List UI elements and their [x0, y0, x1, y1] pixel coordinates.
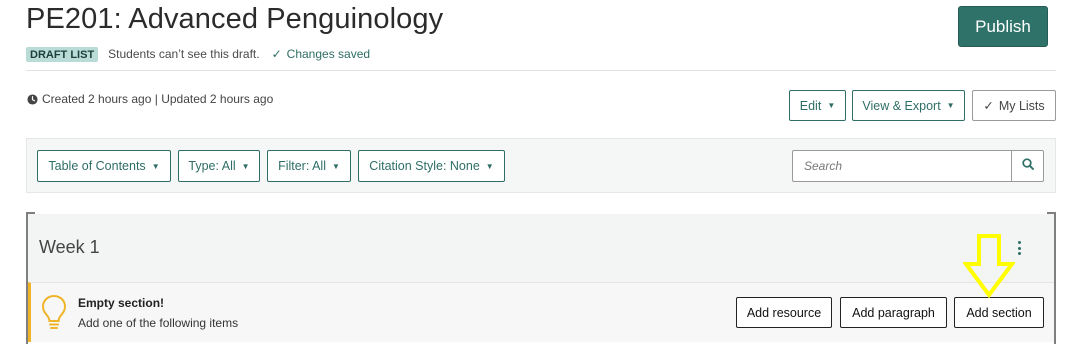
draft-badge: DRAFT LIST: [26, 46, 99, 62]
clock-icon: [27, 93, 38, 105]
view-export-label: View & Export: [862, 98, 941, 113]
my-lists-button[interactable]: ✓ My Lists: [972, 90, 1056, 121]
filter-label: Filter: All: [278, 159, 326, 173]
kebab-menu-icon[interactable]: [1014, 238, 1024, 258]
check-icon: ✓: [271, 47, 282, 61]
search-icon: [1021, 157, 1034, 175]
section-week-1: Week 1 Empty section! Add one of the fol…: [26, 212, 1056, 344]
lightbulb-icon: [41, 294, 67, 337]
caret-down-icon: ▼: [241, 161, 250, 171]
toc-label: Table of Contents: [48, 159, 146, 173]
saved-status: ✓ Changes saved: [272, 47, 370, 61]
empty-section-notice: Empty section! Add one of the following …: [28, 282, 1054, 342]
section-header: Week 1: [28, 214, 1054, 282]
saved-label: Changes saved: [286, 47, 371, 61]
publish-button[interactable]: Publish: [958, 6, 1048, 47]
edit-label: Edit: [799, 98, 822, 113]
search-input[interactable]: [792, 150, 1011, 182]
add-resource-button[interactable]: Add resource: [736, 297, 832, 328]
my-lists-label: My Lists: [998, 98, 1045, 113]
list-meta: Created 2 hours ago | Updated 2 hours ag…: [27, 92, 273, 106]
table-of-contents-dropdown[interactable]: Table of Contents ▼: [37, 150, 171, 182]
view-export-button[interactable]: View & Export ▼: [852, 90, 965, 121]
caret-down-icon: ▼: [485, 161, 494, 171]
empty-section-title: Empty section!: [78, 296, 165, 310]
status-row: DRAFT LIST Students can’t see this draft…: [26, 45, 370, 63]
created-updated-text: Created 2 hours ago | Updated 2 hours ag…: [42, 92, 274, 106]
page-title: PE201: Advanced Penguinology: [26, 3, 444, 35]
citation-style-dropdown[interactable]: Citation Style: None ▼: [358, 150, 505, 182]
list-toolbar: Table of Contents ▼ Type: All ▼ Filter: …: [26, 138, 1056, 193]
arrow-down-icon: [962, 234, 1016, 303]
header-divider: [26, 70, 1056, 71]
caret-down-icon: ▼: [827, 101, 836, 110]
type-filter-dropdown[interactable]: Type: All ▼: [178, 150, 260, 182]
citation-label: Citation Style: None: [369, 159, 480, 173]
caret-down-icon: ▼: [946, 101, 955, 110]
edit-button[interactable]: Edit ▼: [789, 90, 846, 121]
caret-down-icon: ▼: [151, 161, 160, 171]
caret-down-icon: ▼: [332, 161, 340, 171]
search-group: [792, 150, 1044, 182]
empty-section-subtitle: Add one of the following items: [78, 316, 239, 330]
draft-note: Students can’t see this draft.: [108, 47, 260, 61]
type-label: Type: All: [188, 159, 236, 173]
search-button[interactable]: [1011, 150, 1044, 182]
filter-dropdown[interactable]: Filter: All ▼: [267, 150, 351, 182]
check-icon: ✓: [983, 99, 994, 113]
section-title: Week 1: [39, 237, 100, 257]
add-paragraph-button[interactable]: Add paragraph: [840, 297, 947, 328]
